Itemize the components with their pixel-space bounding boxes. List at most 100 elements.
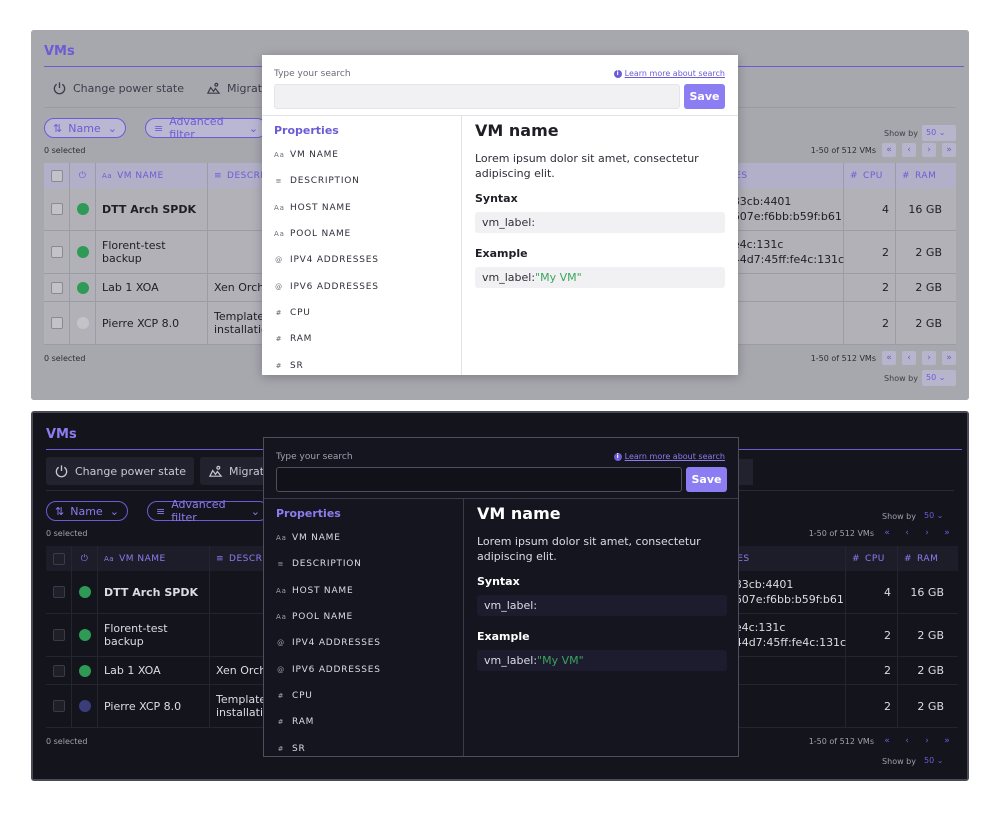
at-icon: @ [277, 639, 285, 648]
power-state-cell [70, 274, 96, 301]
example-heading: Example [477, 630, 530, 643]
example-code[interactable]: vm_label:"My VM" [477, 650, 727, 671]
show-by-label: Show by [884, 128, 918, 138]
next-page-icon[interactable]: › [920, 526, 934, 540]
vm-name-header[interactable]: Aa VM NAME [98, 546, 210, 571]
property-item[interactable]: # RAM [274, 326, 454, 352]
ip-line: :607e:f6bb:b59f:b61 [729, 210, 842, 223]
last-page-icon[interactable]: » [942, 351, 956, 365]
show-by-top: Show by 50 ⌄ [884, 125, 956, 141]
show-by-select[interactable]: 50 ⌄ [922, 125, 956, 141]
pagination-range: 1-50 of 512 VMs [808, 528, 874, 538]
property-item[interactable]: Aa HOST NAME [274, 195, 454, 221]
search-input[interactable] [276, 467, 682, 492]
select-all-checkbox[interactable] [50, 169, 63, 182]
property-item[interactable]: @ IPV6 ADDRESSES [276, 656, 456, 682]
row-checkbox[interactable] [52, 586, 65, 598]
power-state-dot [76, 317, 89, 329]
vm-name-header[interactable]: Aa VM NAME [96, 163, 208, 188]
cpu-header[interactable]: # CPU [846, 546, 898, 571]
change-power-state-button[interactable]: Change power state [46, 457, 194, 485]
next-page-icon[interactable]: › [922, 143, 936, 157]
prev-page-icon[interactable]: ‹ [902, 351, 916, 365]
ip-line: :607e:f6bb:b59f:b61 [731, 593, 844, 606]
row-checkbox[interactable] [50, 203, 63, 215]
vm-name-cell[interactable]: Pierre XCP 8.0 [98, 685, 210, 727]
show-by-select[interactable]: 50 ⌄ [920, 753, 954, 769]
row-checkbox[interactable] [50, 246, 63, 258]
property-item[interactable]: @ IPV4 ADDRESSES [274, 247, 454, 273]
cpu-header[interactable]: # CPU [844, 163, 896, 188]
prev-page-icon[interactable]: ‹ [902, 143, 916, 157]
search-input[interactable] [274, 84, 680, 109]
prev-page-icon[interactable]: ‹ [900, 734, 914, 748]
advanced-filter-pill[interactable]: ≡ Advanced filter ⌄ [147, 498, 269, 524]
example-value: "My VM" [535, 271, 582, 284]
select-all-checkbox[interactable] [52, 552, 65, 565]
property-item[interactable]: @ IPV4 ADDRESSES [276, 630, 456, 656]
properties-title: Properties [274, 124, 339, 137]
property-item[interactable]: ≡ DESCRIPTION [274, 168, 454, 194]
description-line: installatio [214, 323, 268, 336]
property-item[interactable]: # CPU [276, 683, 456, 709]
last-page-icon[interactable]: » [942, 143, 956, 157]
first-page-icon[interactable]: « [880, 734, 894, 748]
last-page-icon[interactable]: » [940, 526, 954, 540]
sort-name-pill[interactable]: ⇅ Name ⌄ [44, 118, 126, 138]
first-page-icon[interactable]: « [880, 526, 894, 540]
last-page-icon[interactable]: » [940, 734, 954, 748]
prev-page-icon[interactable]: ‹ [900, 526, 914, 540]
popup-divider [262, 115, 738, 116]
property-label: VM NAME [292, 533, 341, 544]
vm-name-cell[interactable]: DTT Arch SPDK [96, 188, 208, 230]
property-item[interactable]: # RAM [276, 709, 456, 735]
vm-name-cell[interactable]: Florent-test backup [96, 231, 208, 273]
popup-column-divider [461, 115, 462, 375]
ram-header[interactable]: # RAM [896, 163, 948, 188]
change-power-state-button[interactable]: Change power state [44, 74, 192, 102]
example-code[interactable]: vm_label:"My VM" [475, 267, 725, 288]
property-item[interactable]: @ IPV6 ADDRESSES [274, 273, 454, 299]
show-by-select[interactable]: 50 ⌄ [920, 508, 954, 524]
save-button[interactable]: Save [684, 84, 725, 109]
row-checkbox[interactable] [50, 281, 63, 294]
detail-description: Lorem ipsum dolor sit amet, consectetur … [477, 535, 701, 563]
advanced-filter-pill[interactable]: ≡ Advanced filter ⌄ [145, 115, 267, 141]
at-icon: @ [277, 665, 285, 674]
power-state-dot [78, 664, 91, 677]
first-page-icon[interactable]: « [882, 351, 896, 365]
property-item[interactable]: ≡ DESCRIPTION [276, 551, 456, 577]
property-item[interactable]: # SR [274, 352, 454, 378]
learn-more-link[interactable]: i Learn more about search [613, 69, 725, 78]
syntax-heading: Syntax [475, 192, 518, 205]
row-checkbox[interactable] [52, 700, 65, 712]
hash-icon: # [275, 308, 283, 317]
show-by-select[interactable]: 50 ⌄ [922, 370, 956, 386]
vm-name-cell[interactable]: Lab 1 XOA [96, 274, 208, 301]
first-page-icon[interactable]: « [882, 143, 896, 157]
next-page-icon[interactable]: › [920, 734, 934, 748]
sort-name-pill[interactable]: ⇅ Name ⌄ [46, 501, 128, 521]
property-item[interactable]: Aa POOL NAME [274, 221, 454, 247]
ram-header[interactable]: # RAM [898, 546, 950, 571]
row-checkbox[interactable] [52, 664, 65, 677]
at-icon: @ [275, 282, 283, 291]
learn-more-link[interactable]: i Learn more about search [613, 452, 725, 461]
property-item[interactable]: # SR [276, 735, 456, 761]
save-button[interactable]: Save [686, 467, 727, 492]
vm-name-cell[interactable]: Lab 1 XOA [98, 657, 210, 684]
property-item[interactable]: Aa HOST NAME [276, 578, 456, 604]
vm-name-cell[interactable]: Pierre XCP 8.0 [96, 302, 208, 344]
next-page-icon[interactable]: › [922, 351, 936, 365]
property-item[interactable]: Aa VM NAME [276, 525, 456, 551]
vm-name-cell[interactable]: DTT Arch SPDK [98, 571, 210, 613]
property-item[interactable]: Aa VM NAME [274, 142, 454, 168]
vm-name-cell[interactable]: Florent-test backup [98, 614, 210, 656]
row-checkbox[interactable] [52, 629, 65, 641]
learn-more-label: Learn more about search [624, 69, 725, 78]
property-list: Aa VM NAME ≡ DESCRIPTION Aa HOST NAME Aa… [274, 142, 454, 379]
property-item[interactable]: Aa POOL NAME [276, 604, 456, 630]
row-checkbox[interactable] [50, 317, 63, 329]
cpu-cell: 2 [844, 302, 896, 344]
property-item[interactable]: # CPU [274, 300, 454, 326]
